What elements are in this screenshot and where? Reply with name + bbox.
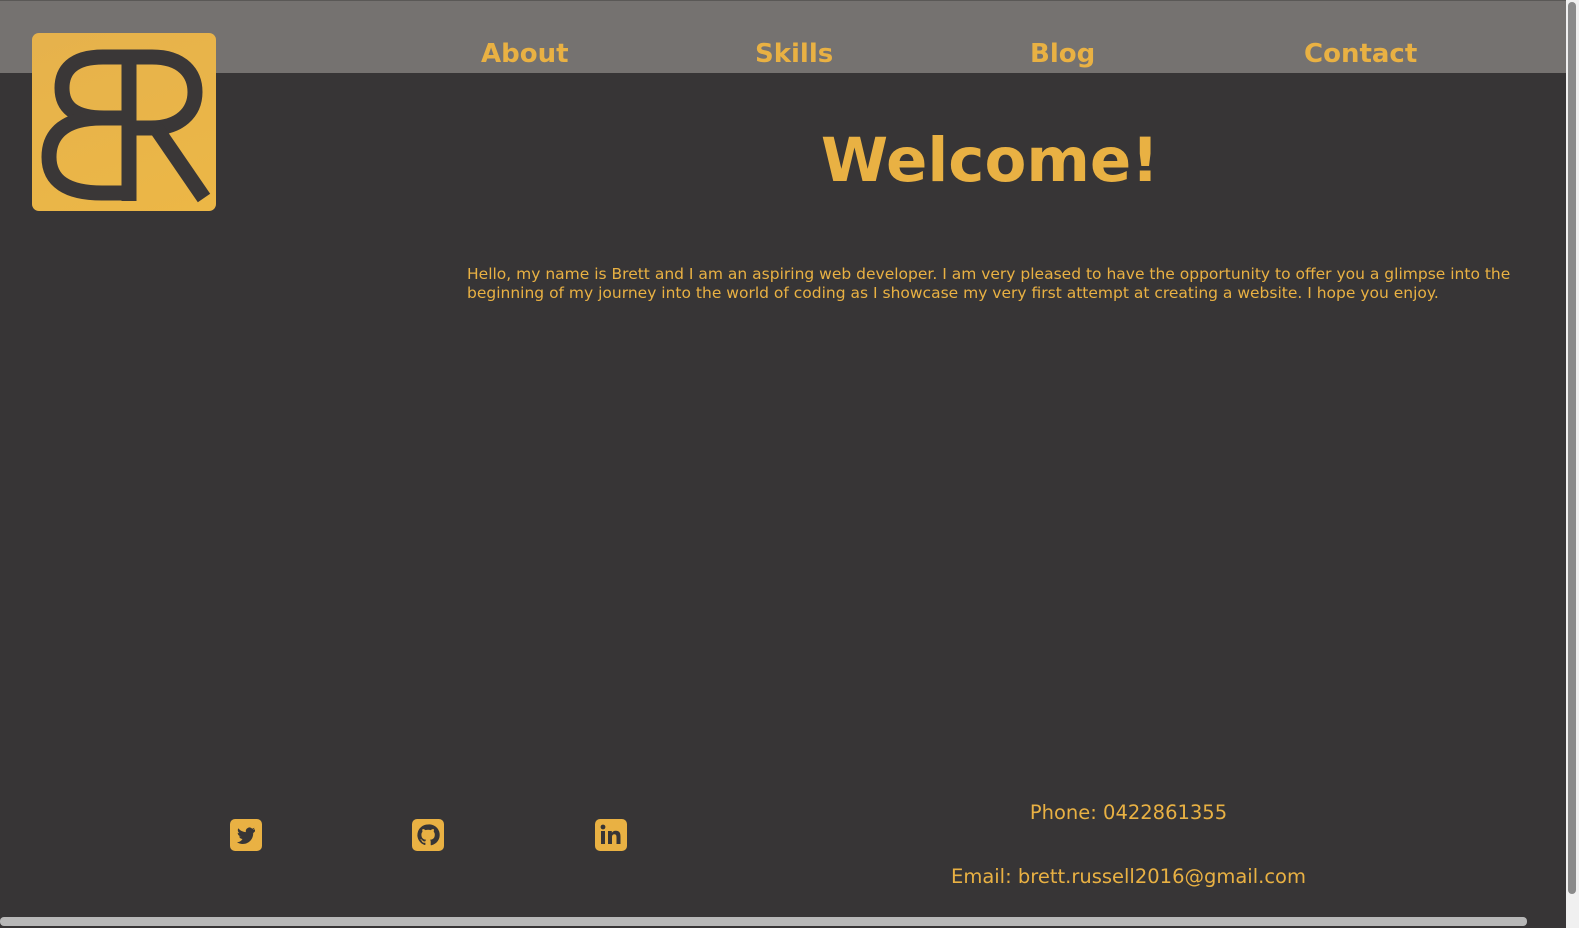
- intro-paragraph: Hello, my name is Brett and I am an aspi…: [467, 265, 1511, 302]
- page-title: Welcome!: [820, 125, 1160, 196]
- horizontal-scrollbar[interactable]: [0, 913, 1566, 928]
- twitter-icon: [230, 819, 262, 851]
- twitter-link[interactable]: [230, 819, 262, 851]
- phone-number: Phone: 0422861355: [1029, 801, 1228, 824]
- linkedin-icon: [595, 819, 627, 851]
- vertical-scrollbar-thumb[interactable]: [1568, 2, 1576, 894]
- nav-link-contact[interactable]: Contact: [1304, 39, 1417, 69]
- linkedin-link[interactable]: [595, 819, 627, 851]
- logo[interactable]: [32, 33, 216, 211]
- page: About Skills Blog Contact Welcome! Hello…: [0, 0, 1579, 928]
- nav-link-about[interactable]: About: [481, 39, 569, 69]
- nav-link-blog[interactable]: Blog: [1030, 39, 1095, 69]
- vertical-scrollbar[interactable]: [1566, 0, 1579, 928]
- horizontal-scrollbar-thumb[interactable]: [0, 917, 1527, 926]
- github-icon: [412, 819, 444, 851]
- br-monogram-icon: [41, 49, 211, 203]
- github-link[interactable]: [412, 819, 444, 851]
- email-address: Email: brett.russell2016@gmail.com: [951, 865, 1306, 888]
- navbar: About Skills Blog Contact: [0, 1, 1566, 73]
- nav-link-skills[interactable]: Skills: [755, 39, 833, 69]
